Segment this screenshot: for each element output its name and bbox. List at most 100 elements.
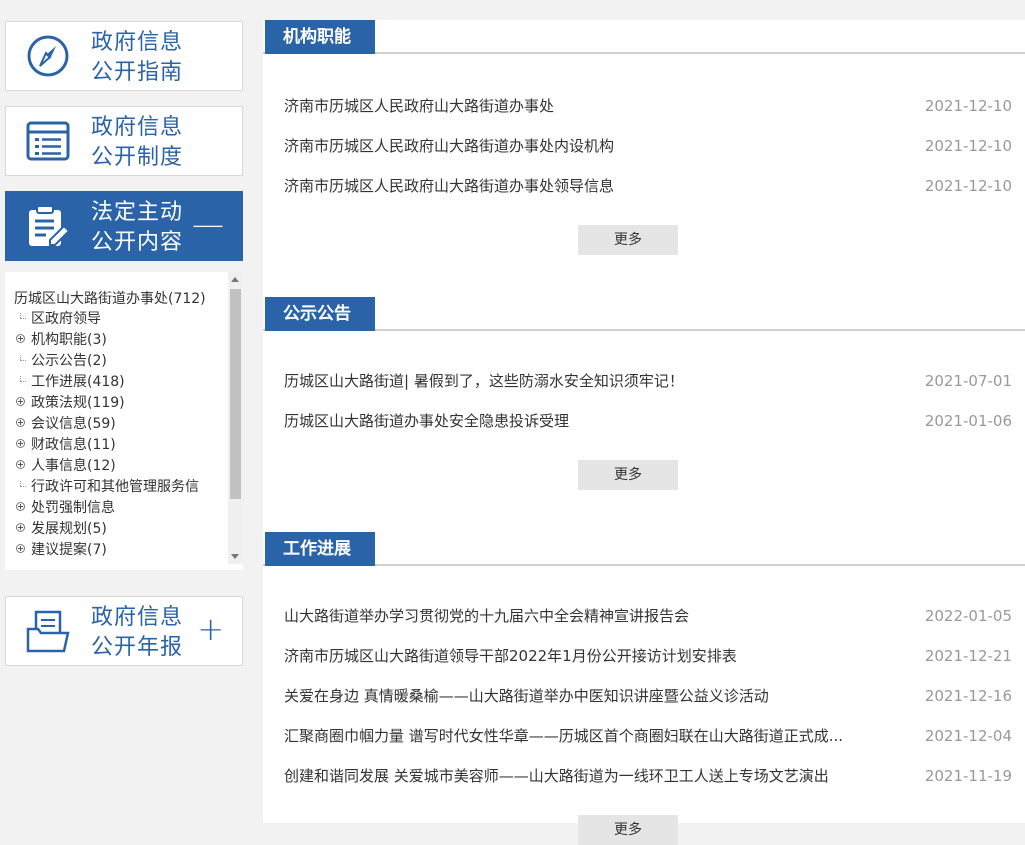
news-title-link[interactable]: 关爱在身边 真情暖桑榆——山大路街道举办中医知识讲座暨公益义诊活动 (284, 685, 769, 707)
news-date: 2021-12-10 (924, 177, 1012, 195)
tree-item-label: 人事信息(12) (31, 457, 116, 474)
news-item[interactable]: 济南市历城区人民政府山大路街道办事处内设机构 2021-12-10 (284, 135, 1012, 157)
tree-item[interactable]: 建议提案(7) (16, 538, 107, 559)
news-date: 2021-11-19 (924, 767, 1012, 785)
expand-node-icon[interactable] (16, 418, 25, 427)
news-title-link[interactable]: 济南市历城区人民政府山大路街道办事处领导信息 (284, 175, 614, 197)
expand-node-icon[interactable] (16, 334, 25, 343)
news-title-link[interactable]: 汇聚商圈巾帼力量 谱写时代女性华章——历城区首个商圈妇联在山大路街道正式成... (284, 725, 843, 747)
news-item[interactable]: 山大路街道举办学习贯彻党的十九届六中全会精神宣讲报告会 2022-01-05 (284, 605, 1012, 627)
tree-item[interactable]: 处罚强制信息 (16, 496, 115, 517)
news-title-link[interactable]: 创建和谐同发展 关爱城市美容师——山大路街道为一线环卫工人送上专场文艺演出 (284, 765, 829, 787)
news-date: 2022-01-05 (924, 607, 1012, 625)
tree-item[interactable]: 公示公告(2) (16, 349, 107, 370)
news-title-link[interactable]: 济南市历城区山大路街道领导干部2022年1月份公开接访计划安排表 (284, 645, 737, 667)
news-item[interactable]: 历城区山大路街道办事处安全隐患投诉受理 2021-01-06 (284, 410, 1012, 432)
tree-item-label: 行政许可和其他管理服务信 (31, 478, 199, 495)
sidebar-guide-label: 政府信息 公开指南 (91, 28, 183, 88)
more-button[interactable]: 更多 (578, 225, 678, 255)
section-title[interactable]: 公示公告 (265, 297, 375, 331)
expand-node-icon[interactable] (16, 460, 25, 469)
news-title-link[interactable]: 济南市历城区人民政府山大路街道办事处 (284, 95, 554, 117)
expand-node-icon[interactable] (16, 502, 25, 511)
section-title[interactable]: 工作进展 (265, 532, 375, 566)
sidebar-guide-card[interactable]: 政府信息 公开指南 (5, 21, 243, 91)
news-title-link[interactable]: 历城区山大路街道| 暑假到了，这些防溺水安全知识须牢记！ (284, 370, 684, 392)
tree-item-label: 区政府领导 (31, 310, 101, 327)
expand-node-icon[interactable] (16, 397, 25, 406)
tree-item[interactable]: 财政信息(11) (16, 433, 116, 454)
tree-item[interactable]: 人事信息(12) (16, 454, 116, 475)
label-line: 公开年报 (91, 635, 184, 660)
tree-item[interactable]: 机构职能(3) (16, 328, 107, 349)
news-date: 2021-12-16 (924, 687, 1012, 705)
tree-item-label: 建议提案(7) (31, 541, 107, 558)
news-item[interactable]: 关爱在身边 真情暖桑榆——山大路街道举办中医知识讲座暨公益义诊活动 2021-12… (284, 685, 1012, 707)
news-date: 2021-12-10 (924, 97, 1012, 115)
scroll-thumb[interactable] (230, 289, 241, 499)
tree-scrollbar[interactable] (228, 272, 243, 564)
sidebar-statutory-card[interactable]: 法定主动 公开内容 — (5, 191, 243, 261)
tree-item-label: 公示公告(2) (31, 352, 107, 369)
category-tree: 历城区山大路街道办事处(712) 区政府领导机构职能(3) 公示公告(2) 工作进展… (5, 272, 243, 570)
news-item[interactable]: 济南市历城区山大路街道领导干部2022年1月份公开接访计划安排表 2021-12-… (284, 645, 1012, 667)
news-item[interactable]: 历城区山大路街道| 暑假到了，这些防溺水安全知识须牢记！ 2021-07-01 (284, 370, 1012, 392)
tree-item[interactable]: 区政府领导 (16, 307, 101, 328)
list-document-icon (26, 121, 70, 161)
folder-document-icon (26, 610, 70, 653)
label-line: 公开制度 (91, 145, 184, 170)
tree-item-label: 处罚强制信息 (31, 499, 115, 516)
tree-line-icon (16, 313, 26, 322)
scroll-up-arrow-icon[interactable] (231, 277, 239, 282)
expand-node-icon[interactable] (16, 439, 25, 448)
tree-item[interactable]: 行政许可和其他管理服务信 (16, 475, 199, 496)
news-item[interactable]: 汇聚商圈巾帼力量 谱写时代女性华章——历城区首个商圈妇联在山大路街道正式成...… (284, 725, 1012, 747)
news-date: 2021-12-04 (924, 727, 1012, 745)
main-content: 机构职能 济南市历城区人民政府山大路街道办事处 2021-12-10 济南市历城区人民… (263, 20, 1025, 845)
news-date: 2021-12-10 (924, 137, 1012, 155)
label-line: 公开指南 (91, 60, 184, 85)
news-title-link[interactable]: 山大路街道举办学习贯彻党的十九届六中全会精神宣讲报告会 (284, 605, 689, 627)
sidebar-system-label: 政府信息 公开制度 (91, 113, 183, 173)
tree-item-label: 会议信息(59) (31, 415, 116, 432)
news-title-link[interactable]: 历城区山大路街道办事处安全隐患投诉受理 (284, 410, 569, 432)
collapse-icon[interactable]: — (192, 206, 224, 242)
tree-item[interactable]: 工作进展(418) (16, 370, 125, 391)
tree-item-label: 机构职能(3) (31, 331, 107, 348)
tree-line-icon (16, 481, 26, 490)
sidebar-system-card[interactable]: 政府信息 公开制度 (5, 106, 243, 176)
tree-item[interactable]: 政策法规(119) (16, 391, 125, 412)
compass-icon (27, 35, 69, 77)
sidebar-annual-card[interactable]: 政府信息 公开年报 + (5, 596, 243, 666)
tree-item-label: 政策法规(119) (31, 394, 125, 411)
tree-item-label: 工作进展(418) (31, 373, 125, 390)
label-line: 公开内容 (91, 230, 184, 255)
expand-node-icon[interactable] (16, 523, 25, 532)
label-line: 政府信息 (91, 605, 184, 630)
section-header: 机构职能 (263, 20, 1025, 54)
label-line: 政府信息 (91, 115, 184, 140)
tree-line-icon (16, 355, 26, 364)
section-title[interactable]: 机构职能 (265, 20, 375, 54)
tree-viewport: 历城区山大路街道办事处(712) 区政府领导机构职能(3) 公示公告(2) 工作进展… (5, 272, 229, 564)
section-header: 公示公告 (263, 297, 1025, 331)
news-date: 2021-01-06 (924, 412, 1012, 430)
news-item[interactable]: 济南市历城区人民政府山大路街道办事处 2021-12-10 (284, 95, 1012, 117)
news-date: 2021-12-21 (924, 647, 1012, 665)
news-item[interactable]: 创建和谐同发展 关爱城市美容师——山大路街道为一线环卫工人送上专场文艺演出 202… (284, 765, 1012, 787)
expand-icon[interactable]: + (197, 611, 224, 647)
tree-item[interactable]: 发展规划(5) (16, 517, 107, 538)
section-header: 工作进展 (263, 532, 1025, 566)
news-item[interactable]: 济南市历城区人民政府山大路街道办事处领导信息 2021-12-10 (284, 175, 1012, 197)
more-button[interactable]: 更多 (578, 815, 678, 845)
tree-item[interactable]: 会议信息(59) (16, 412, 116, 433)
tree-root[interactable]: 历城区山大路街道办事处(712) (14, 288, 206, 308)
clipboard-edit-icon (29, 205, 71, 246)
scroll-down-arrow-icon[interactable] (231, 554, 239, 559)
expand-node-icon[interactable] (16, 544, 25, 553)
tree-item-label: 财政信息(11) (31, 436, 116, 453)
news-date: 2021-07-01 (924, 372, 1012, 390)
more-button[interactable]: 更多 (578, 460, 678, 490)
news-title-link[interactable]: 济南市历城区人民政府山大路街道办事处内设机构 (284, 135, 614, 157)
sidebar-statutory-label: 法定主动 公开内容 (91, 198, 183, 258)
